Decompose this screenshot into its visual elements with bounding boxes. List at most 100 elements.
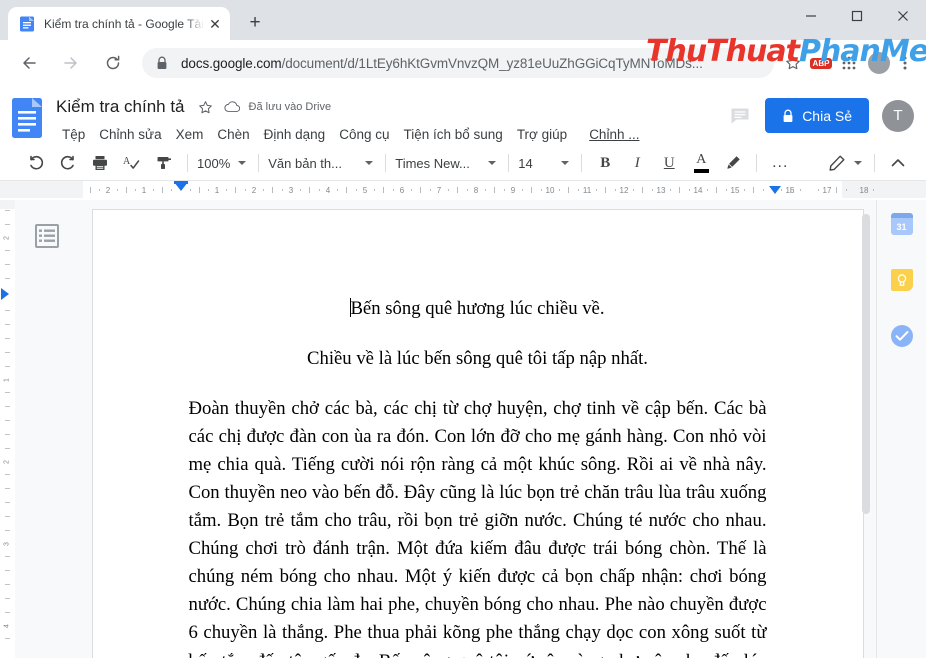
font-size-dropdown[interactable]: 14 <box>516 150 574 176</box>
page-title[interactable]: Kiểm tra chính tả <box>56 97 185 117</box>
share-button[interactable]: Chia Sẻ <box>765 98 869 133</box>
chevron-down-icon <box>561 161 570 165</box>
close-icon[interactable]: ✕ <box>206 15 224 33</box>
reload-icon[interactable] <box>97 47 129 79</box>
forward-icon[interactable] <box>55 47 87 79</box>
ruler-label: 13 <box>656 185 666 195</box>
google-docs-logo[interactable] <box>10 96 46 140</box>
text-color-button[interactable]: A <box>688 150 714 176</box>
highlight-pen-icon[interactable] <box>720 150 746 176</box>
url-host: docs.google.com <box>181 55 282 71</box>
user-avatar[interactable]: T <box>882 99 914 132</box>
menu-item-dinh-dang[interactable]: Định dạng <box>258 125 332 144</box>
cloud-drive-icon <box>221 96 243 118</box>
font-family-dropdown[interactable]: Times New... <box>393 150 501 176</box>
ruler-label: 2 <box>105 185 111 195</box>
document-outline-icon[interactable] <box>35 224 59 248</box>
zoom-dropdown[interactable]: 100% <box>195 150 251 176</box>
toolbar-divider <box>385 154 387 172</box>
right-indent-marker[interactable] <box>769 186 781 194</box>
star-icon[interactable] <box>195 96 217 118</box>
editing-mode-dropdown[interactable] <box>826 150 867 176</box>
google-keep-icon[interactable] <box>890 268 914 292</box>
left-indent-marker-arrow[interactable] <box>174 182 188 191</box>
more-options-button[interactable]: ... <box>767 150 793 176</box>
vruler-label: 4 <box>3 624 11 628</box>
address-bar[interactable]: docs.google.com/document/d/1LtEy6hKtGvmV… <box>142 48 774 78</box>
apps-grid-icon[interactable] <box>836 50 862 76</box>
chevron-down-icon <box>488 161 497 165</box>
menu-item-tien-ich-bo-sung[interactable]: Tiện ích bổ sung <box>398 125 509 144</box>
spellcheck-icon[interactable]: A <box>119 150 145 176</box>
bold-button[interactable]: B <box>592 150 618 176</box>
adblock-extension-icon[interactable]: ABP <box>808 50 834 76</box>
new-tab-button[interactable]: + <box>241 9 269 37</box>
print-icon[interactable] <box>87 150 113 176</box>
google-tasks-icon[interactable] <box>890 324 914 348</box>
tab-title: Kiểm tra chính tả - Google Tài liệu <box>44 16 204 31</box>
ruler-label: 5 <box>362 185 368 195</box>
heading-line-2[interactable]: Chiều về là lúc bến sông quê tôi tấp nập… <box>189 345 767 373</box>
ruler-label: 9 <box>510 185 516 195</box>
underline-button[interactable]: U <box>656 150 682 176</box>
browser-tab[interactable]: Kiểm tra chính tả - Google Tài liệu ✕ <box>8 7 230 40</box>
menu-item-tro-giup[interactable]: Trợ giúp <box>511 125 573 144</box>
font-size-value: 14 <box>518 155 533 171</box>
text-color-swatch: A <box>693 153 709 173</box>
three-dot-menu-icon[interactable] <box>892 50 918 76</box>
ruler-label: 11 <box>582 185 592 195</box>
ruler-label: 3 <box>288 185 294 195</box>
paragraph-style-dropdown[interactable]: Văn bản th... <box>266 150 378 176</box>
url-path: /document/d/1LtEy6hKtGvmVnvzQM_yz81eUuZh… <box>281 55 703 71</box>
bookmark-star-icon[interactable] <box>780 50 806 76</box>
body-paragraph[interactable]: Đoàn thuyền chở các bà, các chị từ chợ h… <box>189 395 767 658</box>
ruler-label: 1 <box>214 185 220 195</box>
docs-menubar: Tệp Chỉnh sửa Xem Chèn Định dạng Công cụ… <box>56 122 725 146</box>
maximize-icon[interactable] <box>834 0 880 32</box>
vruler-label: 2 <box>3 460 11 464</box>
window-controls <box>788 0 926 40</box>
comment-icon[interactable] <box>725 101 755 131</box>
close-window-icon[interactable] <box>880 0 926 32</box>
toolbar-divider <box>581 154 583 172</box>
omnibox-actions: ABP <box>778 50 918 76</box>
zoom-value: 100% <box>197 155 231 171</box>
document-scrollbar[interactable] <box>862 214 870 514</box>
top-margin-marker[interactable] <box>1 288 9 300</box>
chevron-down-icon <box>854 161 862 165</box>
menu-item-chinh-sua[interactable]: Chỉnh sửa <box>93 125 167 144</box>
side-panel-rail: 31 <box>876 200 926 658</box>
heading-line-1[interactable]: Bến sông quê hương lúc chiều về. <box>189 295 767 323</box>
paint-format-icon[interactable] <box>151 150 177 176</box>
collapse-toolbar-icon[interactable] <box>885 150 911 176</box>
calendar-day-label: 31 <box>890 213 913 235</box>
title-row: Kiểm tra chính tả Đã lưu vào Drive <box>56 94 725 120</box>
menu-item-cong-cu[interactable]: Công cụ <box>333 125 395 144</box>
document-page[interactable]: Bến sông quê hương lúc chiều về. Chiều v… <box>91 209 864 658</box>
google-docs-favicon <box>19 16 35 32</box>
vertical-ruler[interactable]: 2 1 2 3 4 <box>0 200 15 658</box>
lock-icon <box>782 109 794 123</box>
toolbar-divider <box>258 154 260 172</box>
redo-icon[interactable] <box>55 150 81 176</box>
undo-icon[interactable] <box>23 150 49 176</box>
outline-rail <box>15 200 79 658</box>
menu-item-xem[interactable]: Xem <box>170 125 210 144</box>
menu-item-tep[interactable]: Tệp <box>56 125 91 144</box>
last-edit-link[interactable]: Chỉnh ... <box>589 127 639 142</box>
check-icon <box>890 325 913 347</box>
back-icon[interactable] <box>13 47 45 79</box>
lock-icon <box>156 56 170 70</box>
avatar[interactable] <box>868 52 890 74</box>
google-calendar-icon[interactable]: 31 <box>890 212 914 236</box>
horizontal-ruler[interactable]: 2 1 1 2 3 4 5 6 7 8 9 10 11 12 13 14 15 … <box>0 180 926 198</box>
document-scroll-area[interactable]: Bến sông quê hương lúc chiều về. Chiều v… <box>79 200 876 658</box>
minimize-icon[interactable] <box>788 0 834 32</box>
menu-item-chen[interactable]: Chèn <box>211 125 255 144</box>
italic-button[interactable]: I <box>624 150 650 176</box>
chevron-down-icon <box>238 161 247 165</box>
toolbar-right-group <box>826 150 926 176</box>
svg-text:A: A <box>123 156 131 167</box>
toolbar-divider <box>756 154 758 172</box>
toolbar-divider <box>508 154 510 172</box>
